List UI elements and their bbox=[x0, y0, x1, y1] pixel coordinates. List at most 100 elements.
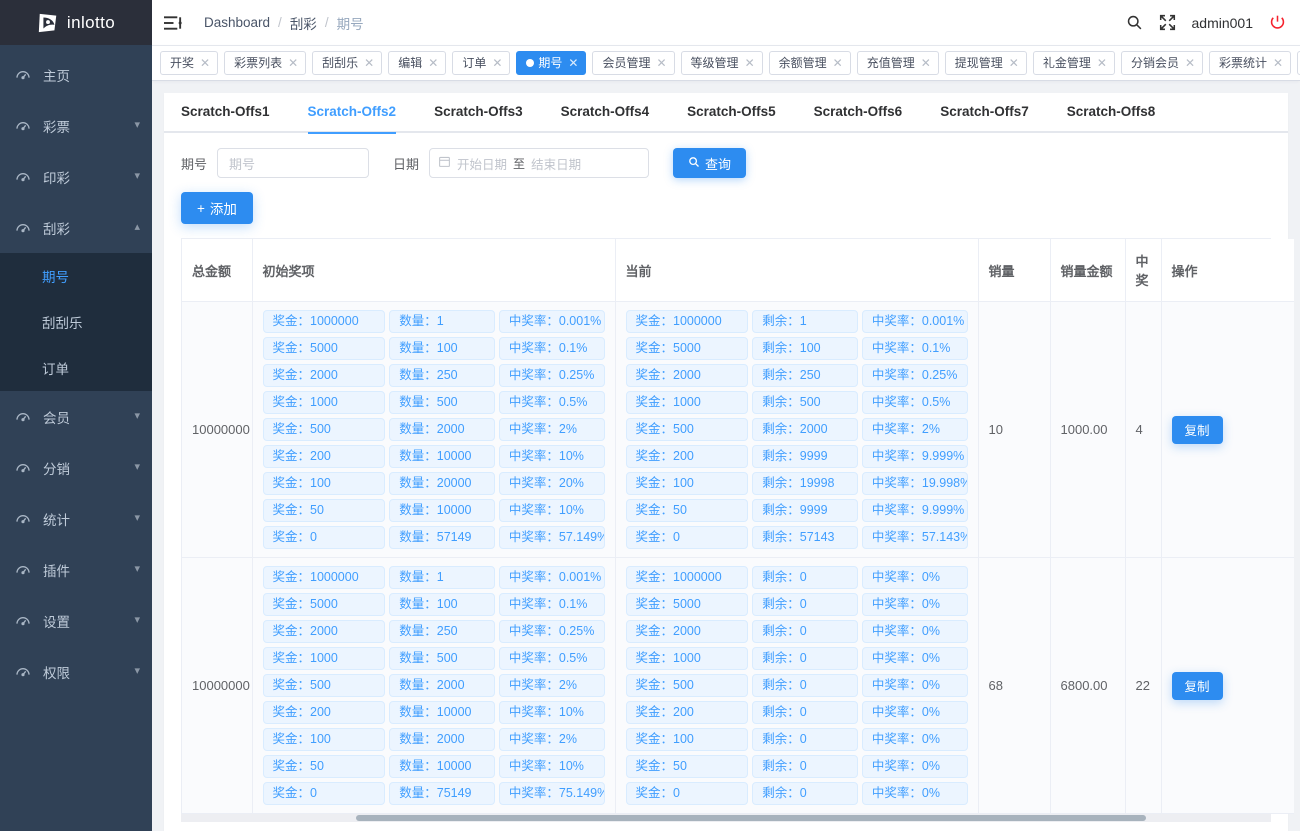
tag-period[interactable]: 期号✕ bbox=[516, 51, 586, 75]
close-icon[interactable]: ✕ bbox=[492, 57, 502, 69]
sidebar-item-distribution[interactable]: 分销 ▾ bbox=[0, 442, 152, 493]
search-icon bbox=[688, 156, 700, 171]
prize-amount-chip: 奖金：2000 bbox=[626, 620, 749, 643]
tag-label: 提现管理 bbox=[955, 57, 1003, 69]
close-icon[interactable]: ✕ bbox=[364, 57, 374, 69]
prize-rate-chip: 中奖率：2% bbox=[499, 418, 605, 441]
tag-kaijiang[interactable]: 开奖✕ bbox=[160, 51, 218, 75]
prize-rate-chip: 中奖率：19.998% bbox=[862, 472, 968, 495]
sidebar-item-scratch[interactable]: 刮彩 ▴ bbox=[0, 202, 152, 253]
power-icon[interactable] bbox=[1269, 14, 1286, 31]
sidebar-item-settings[interactable]: 设置 ▾ bbox=[0, 595, 152, 646]
prize-amount-chip: 奖金：100 bbox=[626, 728, 749, 751]
logo[interactable]: inlotto bbox=[0, 0, 152, 45]
cell-operations: 复制 bbox=[1161, 302, 1294, 558]
sidebar-item-members[interactable]: 会员 ▾ bbox=[0, 391, 152, 442]
tag-edit[interactable]: 编辑✕ bbox=[388, 51, 446, 75]
copy-button[interactable]: 复制 bbox=[1172, 672, 1223, 700]
gauge-icon bbox=[14, 510, 32, 528]
tab-scratch-offs-2[interactable]: Scratch-Offs2 bbox=[308, 92, 397, 132]
scrollbar-thumb[interactable] bbox=[356, 815, 1146, 821]
sidebar-item-statistics[interactable]: 统计 ▾ bbox=[0, 493, 152, 544]
tag-label: 会员管理 bbox=[602, 57, 650, 69]
prize-amount-chip: 奖金：0 bbox=[626, 526, 749, 549]
close-icon[interactable]: ✕ bbox=[656, 57, 666, 69]
sidebar-item-label: 统计 bbox=[43, 509, 134, 529]
close-icon[interactable]: ✕ bbox=[921, 57, 931, 69]
prize-amount-chip: 奖金：1000 bbox=[263, 647, 386, 670]
top-navbar: Dashboard / 刮彩 / 期号 admin00 bbox=[152, 0, 1300, 45]
tab-scratch-offs-5[interactable]: Scratch-Offs5 bbox=[687, 92, 776, 132]
search-icon[interactable] bbox=[1126, 14, 1143, 31]
tag-orders[interactable]: 订单✕ bbox=[452, 51, 510, 75]
tag-balance-mgmt[interactable]: 余额管理✕ bbox=[769, 51, 851, 75]
close-icon[interactable]: ✕ bbox=[1009, 57, 1019, 69]
prize-remaining-chip: 剩余：100 bbox=[752, 337, 858, 360]
chevron-down-icon: ▾ bbox=[134, 120, 140, 131]
tag-level-mgmt[interactable]: 等级管理✕ bbox=[681, 51, 763, 75]
add-button[interactable]: + 添加 bbox=[181, 192, 253, 224]
tag-withdraw-mgmt[interactable]: 提现管理 ✕ bbox=[945, 51, 1027, 75]
prize-rate-chip: 中奖率：10% bbox=[499, 755, 605, 778]
sidebar-item-home[interactable]: 主页 bbox=[0, 49, 152, 100]
tag-scratchgame[interactable]: 刮刮乐✕ bbox=[312, 51, 382, 75]
close-icon[interactable]: ✕ bbox=[745, 57, 755, 69]
sidebar-item-permissions[interactable]: 权限 ▾ bbox=[0, 646, 152, 697]
prize-rate-chip: 中奖率：0% bbox=[862, 566, 968, 589]
sidebar-subitem-period[interactable]: 期号 bbox=[0, 253, 152, 299]
tag-member-mgmt[interactable]: 会员管理 ✕ bbox=[592, 51, 674, 75]
sidebar-item-plugins[interactable]: 插件 ▾ bbox=[0, 544, 152, 595]
prize-row: 奖金：500剩余：0中奖率：0% bbox=[626, 674, 968, 697]
search-button[interactable]: 查询 bbox=[673, 148, 746, 178]
col-header-operations: 操作 bbox=[1161, 239, 1294, 302]
close-icon[interactable]: ✕ bbox=[428, 57, 438, 69]
breadcrumb-item-scratch[interactable]: 刮彩 bbox=[290, 13, 317, 33]
period-input[interactable]: 期号 bbox=[217, 148, 369, 178]
plus-icon: + bbox=[197, 201, 205, 216]
prize-qty-chip: 数量：57149 bbox=[389, 526, 495, 549]
close-icon[interactable]: ✕ bbox=[1273, 57, 1283, 69]
sidebar-item-label: 分销 bbox=[43, 458, 134, 478]
tag-lottery-list[interactable]: 彩票列表✕ bbox=[224, 51, 306, 75]
tag-bar: 开奖✕ 彩票列表✕ 刮刮乐✕ 编辑✕ 订单✕ 期号✕ 会员管理 ✕ 等级管理✕ 余… bbox=[152, 45, 1300, 81]
tag-recharge-mgmt[interactable]: 充值管理✕ bbox=[857, 51, 939, 75]
prize-amount-chip: 奖金：200 bbox=[263, 445, 386, 468]
prize-amount-chip: 奖金：5000 bbox=[626, 337, 749, 360]
close-icon[interactable]: ✕ bbox=[288, 57, 298, 69]
sidebar-item-label: 刮彩 bbox=[43, 218, 134, 238]
tab-scratch-offs-7[interactable]: Scratch-Offs7 bbox=[940, 92, 1029, 132]
tab-scratch-offs-4[interactable]: Scratch-Offs4 bbox=[561, 92, 650, 132]
close-icon[interactable]: ✕ bbox=[568, 57, 578, 69]
sidebar-item-lottery[interactable]: 彩票 ▾ bbox=[0, 100, 152, 151]
prize-remaining-chip: 剩余：0 bbox=[752, 566, 858, 589]
prize-qty-chip: 数量：500 bbox=[389, 647, 495, 670]
close-icon[interactable]: ✕ bbox=[833, 57, 843, 69]
fullscreen-icon[interactable] bbox=[1159, 14, 1176, 31]
copy-button[interactable]: 复制 bbox=[1172, 416, 1223, 444]
prize-row: 奖金：5000数量：100中奖率：0.1% bbox=[263, 337, 605, 360]
table-body: 10000000 奖金：1000000数量：1中奖率：0.001% 奖金：500… bbox=[182, 302, 1294, 814]
tab-scratch-offs-1[interactable]: Scratch-Offs1 bbox=[181, 92, 270, 132]
sidebar-subitem-orders[interactable]: 订单 bbox=[0, 345, 152, 391]
sidebar-item-printed[interactable]: 印彩 ▾ bbox=[0, 151, 152, 202]
close-icon[interactable]: ✕ bbox=[200, 57, 210, 69]
close-icon[interactable]: ✕ bbox=[1097, 57, 1107, 69]
sidebar: inlotto 主页 彩票 ▾ bbox=[0, 0, 152, 831]
logo-text: inlotto bbox=[67, 13, 115, 33]
close-icon[interactable]: ✕ bbox=[1185, 57, 1195, 69]
date-range-picker[interactable]: 开始日期 至 结束日期 bbox=[429, 148, 649, 178]
sidebar-subitem-scratchgame[interactable]: 刮刮乐 bbox=[0, 299, 152, 345]
username-label[interactable]: admin001 bbox=[1192, 15, 1254, 31]
tab-scratch-offs-3[interactable]: Scratch-Offs3 bbox=[434, 92, 523, 132]
breadcrumb-item-dashboard[interactable]: Dashboard bbox=[204, 15, 270, 30]
hamburger-icon[interactable] bbox=[164, 13, 184, 33]
tag-gift-mgmt[interactable]: 礼金管理✕ bbox=[1033, 51, 1115, 75]
tab-scratch-offs-8[interactable]: Scratch-Offs8 bbox=[1067, 92, 1156, 132]
prize-remaining-chip: 剩余：57143 bbox=[752, 526, 858, 549]
prize-row: 奖金：200剩余：9999中奖率：9.999% bbox=[626, 445, 968, 468]
prize-rate-chip: 中奖率：0.25% bbox=[499, 620, 605, 643]
tag-distribution-members[interactable]: 分销会员✕ bbox=[1121, 51, 1203, 75]
tab-scratch-offs-6[interactable]: Scratch-Offs6 bbox=[814, 92, 903, 132]
table-horizontal-scrollbar[interactable] bbox=[181, 814, 1271, 822]
tag-lottery-stats[interactable]: 彩票统计✕ bbox=[1209, 51, 1291, 75]
